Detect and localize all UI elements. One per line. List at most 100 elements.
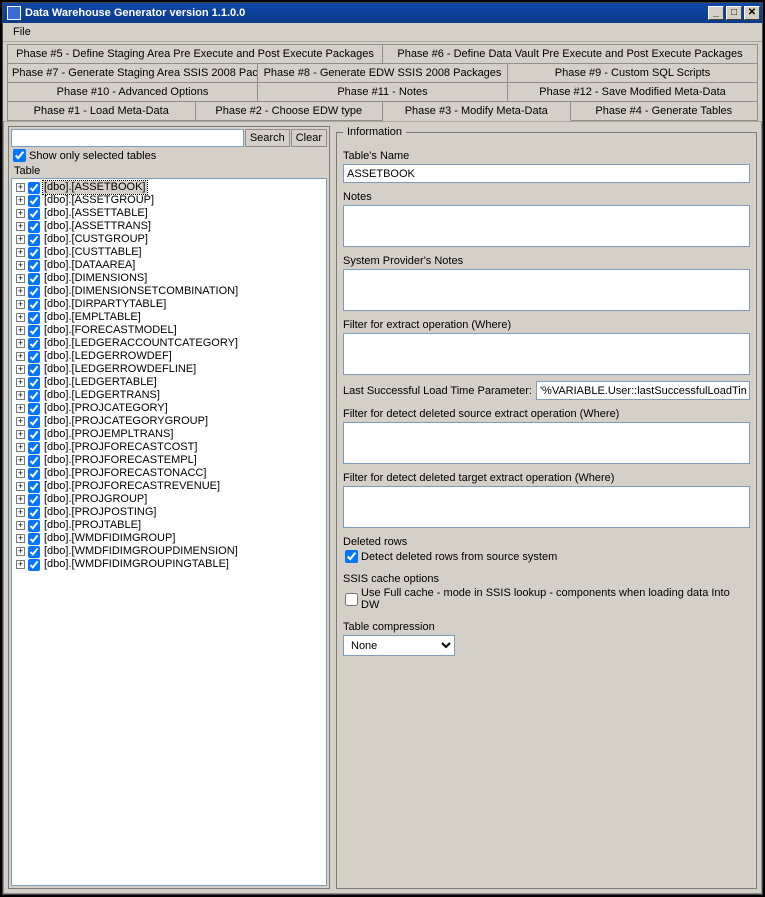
expand-icon[interactable]: + <box>16 274 25 283</box>
expand-icon[interactable]: + <box>16 261 25 270</box>
tree-item[interactable]: +[dbo].[PROJTABLE] <box>14 519 324 532</box>
expand-icon[interactable]: + <box>16 560 25 569</box>
tree-item[interactable]: +[dbo].[LEDGERACCOUNTCATEGORY] <box>14 337 324 350</box>
tree-item[interactable]: +[dbo].[PROJEMPLTRANS] <box>14 428 324 441</box>
expand-icon[interactable]: + <box>16 547 25 556</box>
show-only-selected-checkbox[interactable] <box>13 149 26 162</box>
tree-item[interactable]: +[dbo].[PROJGROUP] <box>14 493 324 506</box>
tree-checkbox[interactable] <box>28 234 40 246</box>
tree-checkbox[interactable] <box>28 195 40 207</box>
close-button[interactable]: ✕ <box>744 6 760 20</box>
tree-checkbox[interactable] <box>28 416 40 428</box>
tree-checkbox[interactable] <box>28 559 40 571</box>
expand-icon[interactable]: + <box>16 300 25 309</box>
tab[interactable]: Phase #12 - Save Modified Meta-Data <box>508 83 758 102</box>
tree-item[interactable]: +[dbo].[ASSETBOOK] <box>14 181 324 194</box>
tab[interactable]: Phase #5 - Define Staging Area Pre Execu… <box>7 44 383 64</box>
maximize-button[interactable]: □ <box>726 6 742 20</box>
tree-item[interactable]: +[dbo].[WMDFIDIMGROUPDIMENSION] <box>14 545 324 558</box>
tab[interactable]: Phase #10 - Advanced Options <box>7 83 258 102</box>
tab[interactable]: Phase #4 - Generate Tables <box>571 102 759 121</box>
tree-checkbox[interactable] <box>28 494 40 506</box>
tab[interactable]: Phase #9 - Custom SQL Scripts <box>508 64 758 83</box>
menu-file[interactable]: File <box>7 24 37 40</box>
expand-icon[interactable]: + <box>16 417 25 426</box>
expand-icon[interactable]: + <box>16 313 25 322</box>
expand-icon[interactable]: + <box>16 352 25 361</box>
expand-icon[interactable]: + <box>16 404 25 413</box>
tree-item[interactable]: +[dbo].[CUSTTABLE] <box>14 246 324 259</box>
expand-icon[interactable]: + <box>16 456 25 465</box>
expand-icon[interactable]: + <box>16 495 25 504</box>
tree-checkbox[interactable] <box>28 442 40 454</box>
tree-checkbox[interactable] <box>28 247 40 259</box>
tree-item[interactable]: +[dbo].[CUSTGROUP] <box>14 233 324 246</box>
expand-icon[interactable]: + <box>16 378 25 387</box>
tree-checkbox[interactable] <box>28 455 40 467</box>
tree-checkbox[interactable] <box>28 325 40 337</box>
table-compression-select[interactable]: None <box>344 636 454 655</box>
filter-del-target-textarea[interactable] <box>343 486 750 528</box>
show-only-selected-row[interactable]: Show only selected tables <box>13 149 325 162</box>
expand-icon[interactable]: + <box>16 365 25 374</box>
tree-item[interactable]: +[dbo].[PROJCATEGORY] <box>14 402 324 415</box>
tree-checkbox[interactable] <box>28 221 40 233</box>
expand-icon[interactable]: + <box>16 196 25 205</box>
tree-checkbox[interactable] <box>28 481 40 493</box>
filter-extract-textarea[interactable] <box>343 333 750 375</box>
tree-item[interactable]: +[dbo].[PROJFORECASTEMPL] <box>14 454 324 467</box>
table-name-input[interactable] <box>343 164 750 183</box>
tree-checkbox[interactable] <box>28 338 40 350</box>
expand-icon[interactable]: + <box>16 183 25 192</box>
tree-checkbox[interactable] <box>28 299 40 311</box>
tree-item[interactable]: +[dbo].[PROJCATEGORYGROUP] <box>14 415 324 428</box>
expand-icon[interactable]: + <box>16 209 25 218</box>
tab[interactable]: Phase #1 - Load Meta-Data <box>7 102 196 121</box>
tab[interactable]: Phase #6 - Define Data Vault Pre Execute… <box>383 44 758 64</box>
tree-item[interactable]: +[dbo].[WMDFIDIMGROUP] <box>14 532 324 545</box>
tree-checkbox[interactable] <box>28 468 40 480</box>
last-load-input[interactable] <box>536 381 750 400</box>
expand-icon[interactable]: + <box>16 222 25 231</box>
expand-icon[interactable]: + <box>16 391 25 400</box>
tree-checkbox[interactable] <box>28 377 40 389</box>
tree-checkbox[interactable] <box>28 533 40 545</box>
tree-item[interactable]: +[dbo].[DATAAREA] <box>14 259 324 272</box>
tree-item[interactable]: +[dbo].[EMPLTABLE] <box>14 311 324 324</box>
tree-item[interactable]: +[dbo].[DIMENSIONSETCOMBINATION] <box>14 285 324 298</box>
tree-checkbox[interactable] <box>28 546 40 558</box>
tree-item[interactable]: +[dbo].[ASSETGROUP] <box>14 194 324 207</box>
tab[interactable]: Phase #8 - Generate EDW SSIS 2008 Packag… <box>258 64 508 83</box>
expand-icon[interactable]: + <box>16 482 25 491</box>
expand-icon[interactable]: + <box>16 287 25 296</box>
sys-notes-textarea[interactable] <box>343 269 750 311</box>
tree-item[interactable]: +[dbo].[WMDFIDIMGROUPINGTABLE] <box>14 558 324 571</box>
search-button[interactable]: Search <box>245 129 290 147</box>
tree-checkbox[interactable] <box>28 364 40 376</box>
tree-item[interactable]: +[dbo].[DIRPARTYTABLE] <box>14 298 324 311</box>
tab[interactable]: Phase #7 - Generate Staging Area SSIS 20… <box>7 64 258 83</box>
expand-icon[interactable]: + <box>16 443 25 452</box>
expand-icon[interactable]: + <box>16 508 25 517</box>
expand-icon[interactable]: + <box>16 248 25 257</box>
tree-item[interactable]: +[dbo].[PROJFORECASTREVENUE] <box>14 480 324 493</box>
tree-item[interactable]: +[dbo].[FORECASTMODEL] <box>14 324 324 337</box>
tree-checkbox[interactable] <box>28 208 40 220</box>
tree-item[interactable]: +[dbo].[LEDGERTRANS] <box>14 389 324 402</box>
tree-item[interactable]: +[dbo].[LEDGERROWDEF] <box>14 350 324 363</box>
notes-textarea[interactable] <box>343 205 750 247</box>
full-cache-row[interactable]: Use Full cache - mode in SSIS lookup - c… <box>345 587 748 611</box>
tree-checkbox[interactable] <box>28 403 40 415</box>
tree-item[interactable]: +[dbo].[LEDGERTABLE] <box>14 376 324 389</box>
tree-checkbox[interactable] <box>28 390 40 402</box>
tab[interactable]: Phase #11 - Notes <box>258 83 508 102</box>
tree-item[interactable]: +[dbo].[ASSETTRANS] <box>14 220 324 233</box>
tree-item[interactable]: +[dbo].[PROJPOSTING] <box>14 506 324 519</box>
expand-icon[interactable]: + <box>16 469 25 478</box>
expand-icon[interactable]: + <box>16 339 25 348</box>
tab[interactable]: Phase #3 - Modify Meta-Data <box>383 102 571 121</box>
minimize-button[interactable]: _ <box>708 6 724 20</box>
tree-checkbox[interactable] <box>28 351 40 363</box>
tree-checkbox[interactable] <box>28 182 40 194</box>
tree-item[interactable]: +[dbo].[ASSETTABLE] <box>14 207 324 220</box>
